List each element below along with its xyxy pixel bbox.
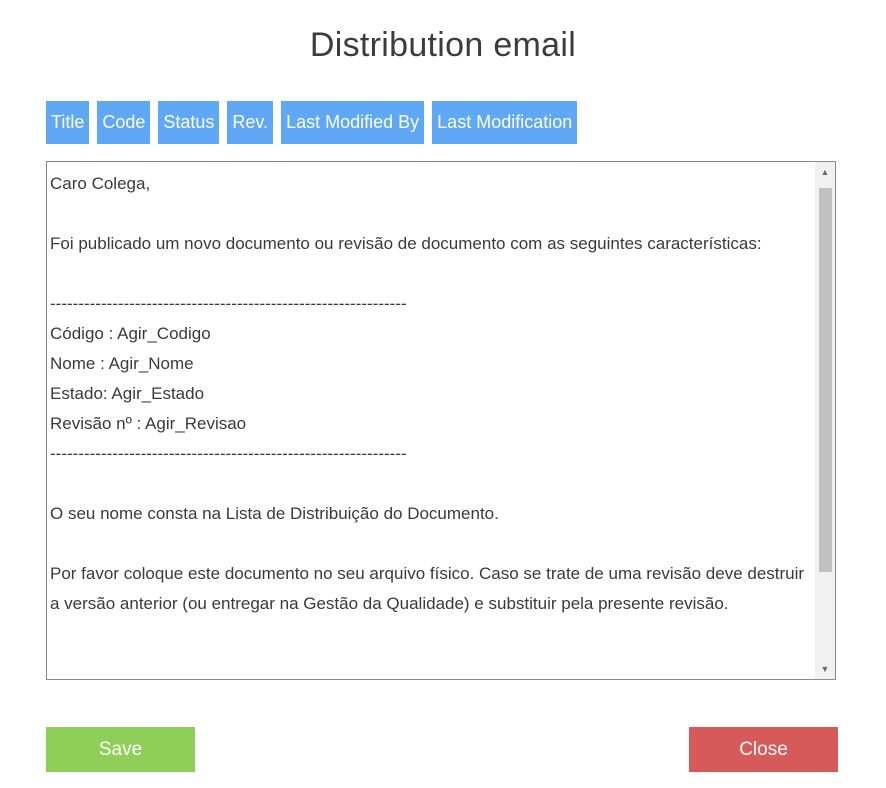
- placeholder-tag-bar: Title Code Status Rev. Last Modified By …: [46, 101, 578, 144]
- close-button[interactable]: Close: [689, 727, 838, 772]
- tag-title-button[interactable]: Title: [46, 101, 90, 144]
- tag-last-modification-button[interactable]: Last Modification: [432, 101, 578, 144]
- tag-status-button[interactable]: Status: [158, 101, 220, 144]
- scroll-up-arrow-icon[interactable]: ▲: [815, 162, 835, 182]
- email-body-text[interactable]: Caro Colega, Foi publicado um novo docum…: [50, 169, 810, 619]
- scroll-down-arrow-icon[interactable]: ▼: [815, 659, 835, 679]
- email-body-textarea[interactable]: Caro Colega, Foi publicado um novo docum…: [46, 161, 836, 680]
- distribution-email-dialog: Distribution email Title Code Status Rev…: [0, 0, 886, 788]
- tag-last-modified-by-button[interactable]: Last Modified By: [281, 101, 425, 144]
- tag-rev-button[interactable]: Rev.: [227, 101, 274, 144]
- tag-code-button[interactable]: Code: [97, 101, 151, 144]
- save-button[interactable]: Save: [46, 727, 195, 772]
- editor-scrollbar[interactable]: ▲ ▼: [815, 162, 835, 679]
- scrollbar-thumb[interactable]: [819, 188, 832, 572]
- dialog-title: Distribution email: [309, 26, 577, 64]
